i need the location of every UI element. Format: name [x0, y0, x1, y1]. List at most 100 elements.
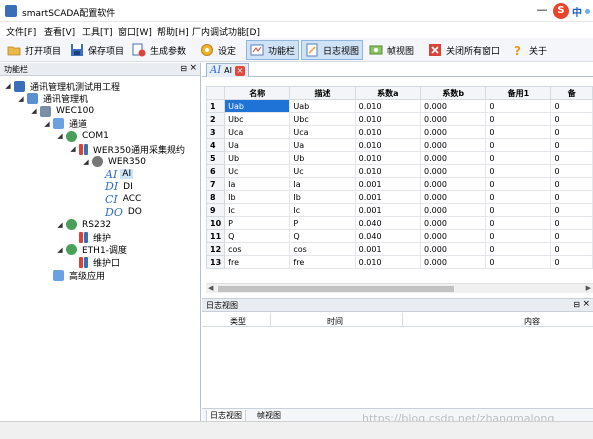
- table-cell[interactable]: 0: [550, 151, 593, 165]
- menu-file[interactable]: 文件[F]: [6, 25, 36, 38]
- table-cell[interactable]: 0: [485, 190, 552, 204]
- tree-caret-icon[interactable]: ◢: [17, 95, 25, 103]
- tree-node[interactable]: ◢ WER350通用采集规约: [69, 143, 187, 156]
- table-cell[interactable]: 0: [485, 203, 552, 217]
- table-cell[interactable]: 0.010: [354, 138, 422, 152]
- table-cell[interactable]: 0: [550, 203, 593, 217]
- table-cell[interactable]: 0.010: [354, 112, 422, 126]
- table-cell[interactable]: 0: [550, 229, 593, 243]
- table-cell[interactable]: 0: [550, 112, 593, 126]
- table-cell[interactable]: 0: [485, 177, 552, 191]
- table-cell[interactable]: Ic: [224, 203, 291, 217]
- scroll-thumb[interactable]: [218, 286, 454, 292]
- table-row[interactable]: 10 P P 0.040 0.000 0 0: [206, 216, 593, 230]
- table-cell[interactable]: 0.001: [354, 242, 422, 256]
- table-cell[interactable]: 0.000: [420, 177, 487, 191]
- table-cell[interactable]: 0.000: [420, 255, 487, 269]
- table-cell[interactable]: 0: [485, 138, 552, 152]
- table-cell[interactable]: 0.010: [354, 125, 422, 139]
- table-cell[interactable]: 0: [550, 216, 593, 230]
- scroll-right-icon[interactable]: ▶: [586, 284, 591, 292]
- tree-node[interactable]: DI DI: [95, 180, 135, 193]
- tab-close-icon[interactable]: ×: [235, 65, 246, 76]
- table-cell[interactable]: 0.000: [420, 151, 487, 165]
- log-panel-pin-icon[interactable]: ⊟: [573, 300, 580, 309]
- open-project-button[interactable]: 打开项目: [3, 40, 65, 60]
- table-cell[interactable]: 0: [550, 138, 593, 152]
- log-view-button[interactable]: 日志视图: [301, 40, 364, 60]
- table-cell[interactable]: 0: [485, 151, 552, 165]
- table-row[interactable]: 9 Ic Ic 0.001 0.000 0 0: [206, 203, 593, 217]
- menu-window[interactable]: 窗口[W]: [118, 25, 152, 38]
- table-cell[interactable]: Q: [289, 229, 356, 243]
- table-cell[interactable]: Ib: [289, 190, 356, 204]
- table-row[interactable]: 12 cos cos 0.001 0.000 0 0: [206, 242, 593, 256]
- table-cell[interactable]: 0.001: [354, 190, 422, 204]
- tree-node[interactable]: CI ACC: [95, 193, 143, 206]
- table-cell[interactable]: 0.000: [420, 203, 487, 217]
- table-cell[interactable]: 0: [550, 242, 593, 256]
- table-row[interactable]: 6 Uc Uc 0.010 0.000 0 0: [206, 164, 593, 178]
- table-cell[interactable]: Ic: [289, 203, 356, 217]
- table-cell[interactable]: 0: [550, 164, 593, 178]
- table-cell[interactable]: 0.000: [420, 229, 487, 243]
- table-cell[interactable]: Uca: [224, 125, 291, 139]
- menu-tools[interactable]: 工具[T]: [82, 25, 113, 38]
- table-cell[interactable]: 0.010: [354, 164, 422, 178]
- log-col-content[interactable]: 内容: [524, 316, 540, 327]
- table-row[interactable]: 1 Uab Uab 0.010 0.000 0 0: [206, 99, 593, 113]
- log-col-time[interactable]: 时间: [327, 316, 343, 327]
- tree-node[interactable]: 高级应用: [43, 269, 107, 282]
- table-cell[interactable]: Ua: [289, 138, 356, 152]
- table-cell[interactable]: Ubc: [289, 112, 356, 126]
- table-row[interactable]: 13 fre fre 0.010 0.000 0 0: [206, 255, 593, 269]
- table-cell[interactable]: 0.010: [354, 151, 422, 165]
- table-cell[interactable]: Ib: [224, 190, 291, 204]
- column-header[interactable]: 描述: [289, 86, 356, 100]
- tree-node[interactable]: ◢ WER350: [82, 156, 148, 168]
- tree-node[interactable]: AI AI: [95, 168, 134, 181]
- function-panel-pin-icon[interactable]: ⊟: [180, 64, 187, 73]
- table-cell[interactable]: 0: [550, 125, 593, 139]
- tree-node[interactable]: ◢ 通讯管理机: [17, 93, 90, 105]
- table-cell[interactable]: 0.000: [420, 164, 487, 178]
- tree-node[interactable]: ◢ ETH1-调度: [56, 244, 129, 256]
- save-project-button[interactable]: 保存项目: [66, 40, 128, 60]
- table-cell[interactable]: 0: [485, 216, 552, 230]
- table-cell[interactable]: Ia: [289, 177, 356, 191]
- table-row[interactable]: 2 Ubc Ubc 0.010 0.000 0 0: [206, 112, 593, 126]
- settings-button[interactable]: 设定: [196, 40, 240, 60]
- column-header[interactable]: 系数b: [420, 86, 487, 100]
- table-cell[interactable]: 0: [550, 190, 593, 204]
- scroll-left-icon[interactable]: ◀: [208, 284, 213, 292]
- tree-caret-icon[interactable]: ◢: [56, 221, 64, 229]
- table-row[interactable]: 3 Uca Uca 0.010 0.000 0 0: [206, 125, 593, 139]
- tree-node[interactable]: 维护: [69, 231, 113, 244]
- table-cell[interactable]: Uca: [289, 125, 356, 139]
- table-cell[interactable]: 0: [550, 177, 593, 191]
- table-cell[interactable]: 0.001: [354, 203, 422, 217]
- table-cell[interactable]: fre: [224, 255, 291, 269]
- frame-view-button[interactable]: 帧视图: [365, 40, 418, 60]
- tree-caret-icon[interactable]: ◢: [43, 120, 51, 128]
- horizontal-scrollbar[interactable]: ◀ ▶: [206, 283, 593, 293]
- table-cell[interactable]: 0: [485, 125, 552, 139]
- column-header[interactable]: 备: [550, 86, 593, 100]
- generate-params-button[interactable]: 生成参数: [128, 40, 190, 60]
- table-row[interactable]: 4 Ua Ua 0.010 0.000 0 0: [206, 138, 593, 152]
- table-row[interactable]: 5 Ub Ub 0.010 0.000 0 0: [206, 151, 593, 165]
- table-cell[interactable]: fre: [289, 255, 356, 269]
- table-cell[interactable]: P: [224, 216, 291, 230]
- table-cell[interactable]: 0.010: [354, 255, 422, 269]
- table-cell[interactable]: 0.000: [420, 99, 487, 113]
- tree-caret-icon[interactable]: ◢: [56, 246, 64, 254]
- tree-caret-icon[interactable]: ◢: [69, 145, 77, 153]
- table-cell[interactable]: Uab: [224, 99, 291, 113]
- table-cell[interactable]: Ua: [224, 138, 291, 152]
- tree-node[interactable]: ◢ RS232: [56, 219, 113, 231]
- tree-node[interactable]: ◢ COM1: [56, 130, 111, 142]
- tree-node[interactable]: DO DO: [95, 206, 144, 219]
- table-cell[interactable]: 0.000: [420, 190, 487, 204]
- table-cell[interactable]: 0: [485, 229, 552, 243]
- table-cell[interactable]: 0: [550, 255, 593, 269]
